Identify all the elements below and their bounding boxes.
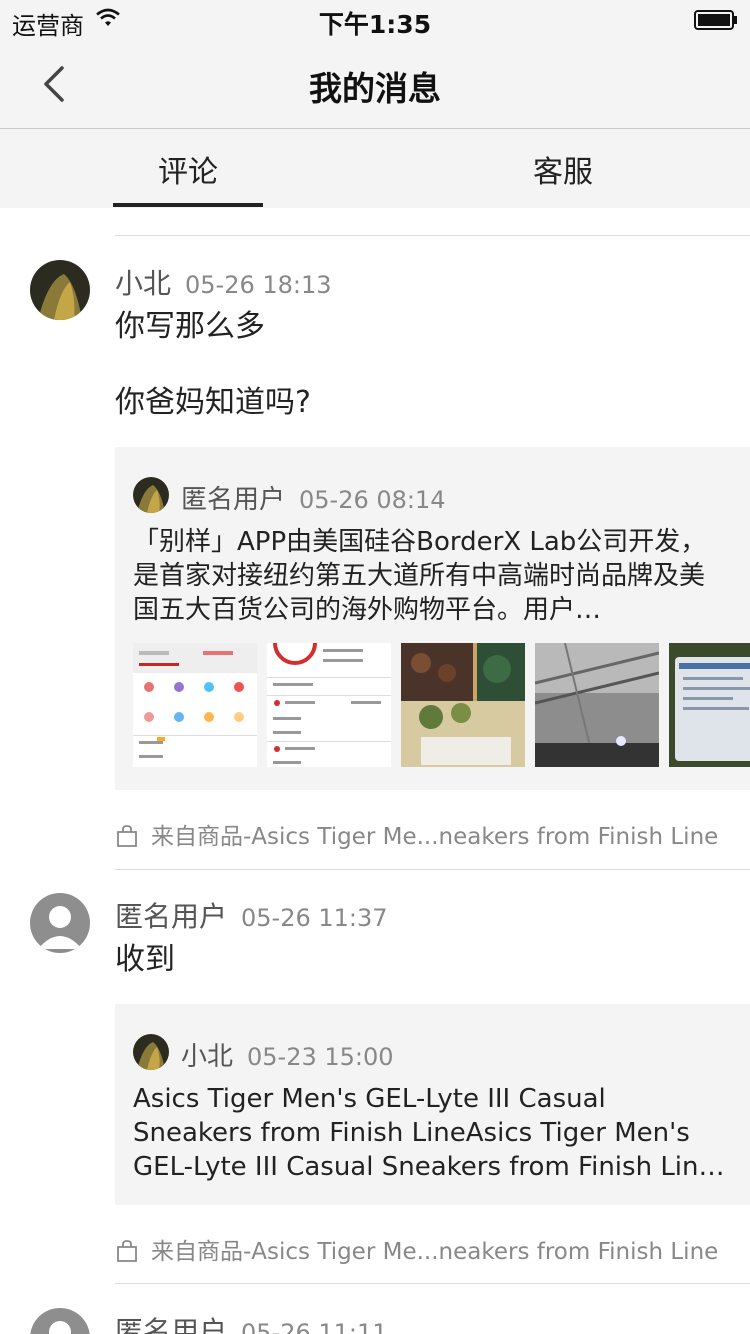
divider [115, 869, 750, 870]
quoted-comment[interactable]: 匿名用户 05-26 08:14 「别样」APP由美国硅谷BorderX Lab公… [115, 447, 750, 790]
avatar[interactable] [30, 260, 90, 320]
comment-username: 匿名用户 [115, 1315, 228, 1334]
nav-bar: 我的消息 [0, 40, 750, 129]
battery-icon [694, 10, 737, 30]
thumbnail-image[interactable] [401, 643, 525, 767]
comment-user: 小北 05-26 18:13 [115, 262, 332, 302]
quoted-username: 小北 [181, 1042, 234, 1072]
quoted-username: 匿名用户 [181, 485, 286, 515]
quoted-time: 05-23 15:00 [247, 1043, 394, 1071]
comment-time: 05-26 18:13 [185, 271, 332, 299]
quoted-comment[interactable]: 小北 05-23 15:00 Asics Tiger Men's GEL-Lyte… [115, 1004, 750, 1205]
thumbnail-image[interactable] [535, 643, 659, 767]
status-time: 下午1:35 [318, 10, 432, 39]
comment-user: 匿名用户 05-26 11:37 [115, 895, 388, 935]
thumbnail-image[interactable] [133, 643, 257, 767]
quoted-user: 匿名用户 05-26 08:14 [181, 479, 446, 516]
shopping-bag-icon [117, 1240, 137, 1262]
divider [115, 235, 750, 236]
quoted-avatar [133, 1034, 169, 1070]
comment-username: 小北 [115, 267, 172, 300]
shopping-bag-icon [117, 825, 137, 847]
page-title: 我的消息 [309, 69, 441, 108]
comment-time: 05-26 11:37 [241, 904, 388, 932]
product-source-link[interactable]: 来自商品-Asics Tiger Me...neakers from Finis… [115, 817, 718, 851]
thumbnail-image[interactable] [267, 643, 391, 767]
quoted-text: Asics Tiger Men's GEL-Lyte III Casual Sn… [133, 1084, 725, 1182]
status-bar: 运营商 下午1:35 [0, 0, 750, 40]
product-source-link[interactable]: 来自商品-Asics Tiger Me...neakers from Finis… [115, 1232, 718, 1266]
divider [115, 1283, 750, 1284]
quoted-avatar [133, 477, 169, 513]
comment-text: 收到 [115, 942, 175, 977]
product-source-text: 来自商品-Asics Tiger Me...neakers from Finis… [151, 824, 719, 850]
quoted-time: 05-26 08:14 [299, 486, 446, 514]
comment-text: 你写那么多 你爸妈知道吗? [115, 309, 311, 420]
product-source-text: 来自商品-Asics Tiger Me...neakers from Finis… [151, 1239, 719, 1265]
quoted-text: 「别样」APP由美国硅谷BorderX Lab公司开发，是首家对接纽约第五大道所… [133, 527, 707, 625]
tab-customer-service[interactable]: 客服 [488, 147, 638, 191]
image-strip [133, 643, 750, 767]
comment-user: 匿名用户 05-26 11:11 [115, 1310, 388, 1334]
tab-bar: 评论 客服 [0, 129, 750, 208]
comment-time: 05-26 11:11 [241, 1319, 388, 1334]
active-tab-indicator [113, 203, 263, 207]
comment-username: 匿名用户 [115, 900, 228, 933]
default-avatar-icon[interactable] [30, 893, 90, 953]
thumbnail-image[interactable] [669, 643, 750, 767]
quoted-user: 小北 05-23 15:00 [181, 1036, 394, 1073]
tab-comments[interactable]: 评论 [113, 147, 263, 191]
default-avatar-icon[interactable] [30, 1308, 90, 1334]
comment-list: 小北 05-26 18:13 你写那么多 你爸妈知道吗? 匿名用户 05-26 08… [0, 208, 750, 1334]
